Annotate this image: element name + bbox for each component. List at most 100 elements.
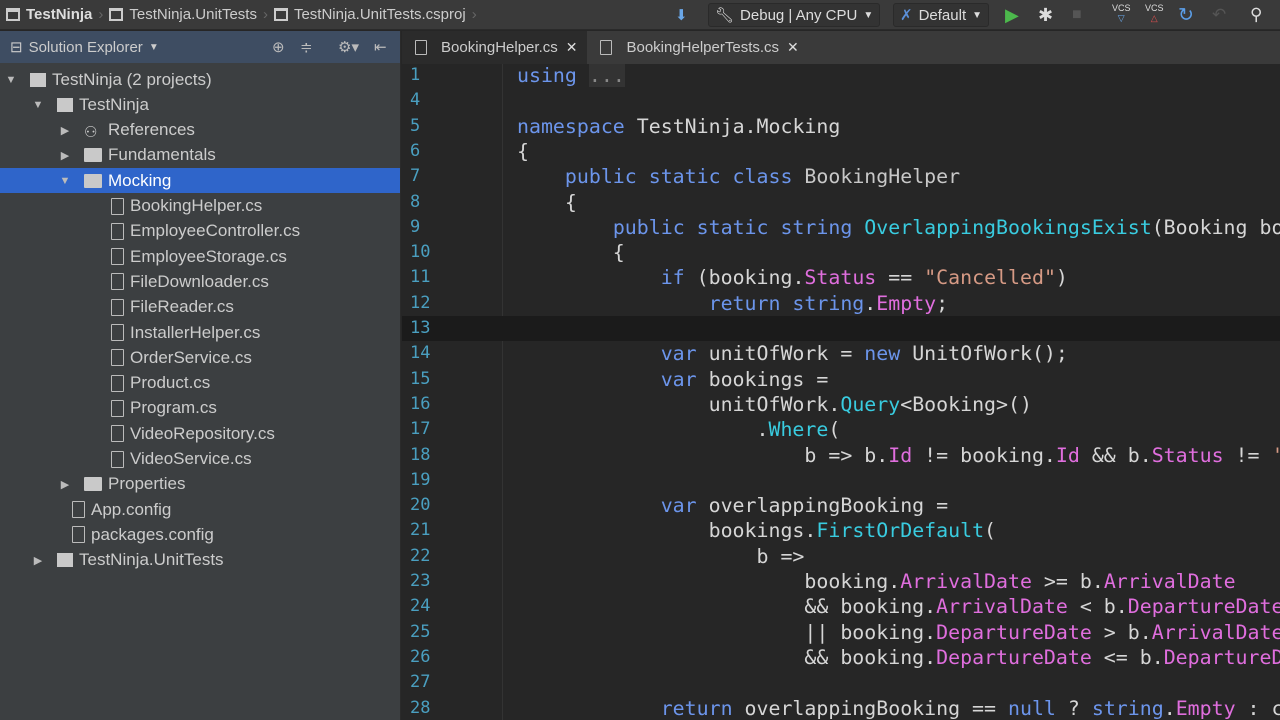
code-token: ' [1271, 444, 1280, 467]
code-line[interactable]: 6{ [402, 139, 1280, 164]
code-line[interactable]: 7 public static class BookingHelper [402, 164, 1280, 189]
tree-item[interactable]: FileDownloader.cs [0, 269, 400, 294]
code-line[interactable]: 20 var overlappingBooking = [402, 493, 1280, 518]
code-token: DepartureD [1163, 645, 1280, 669]
close-tab-icon[interactable]: ✕ [566, 39, 578, 56]
code-line[interactable]: 28 return overlappingBooking == null ? s… [402, 696, 1280, 720]
collapse-all-icon[interactable]: ≑ [300, 38, 313, 56]
tree-item[interactable]: VideoService.cs [0, 447, 400, 472]
code-line[interactable]: 9 public static string OverlappingBookin… [402, 215, 1280, 240]
hide-panel-icon[interactable]: ⇤ [374, 38, 387, 56]
file-icon [111, 450, 124, 468]
code-line[interactable]: 18 b => b.Id != booking.Id && b.Status !… [402, 443, 1280, 468]
code-line[interactable]: 22 b => [402, 544, 1280, 569]
code-line[interactable]: 10 { [402, 240, 1280, 265]
code-token: public static string [612, 215, 865, 239]
expanded-arrow-icon[interactable]: ▼ [31, 99, 45, 111]
close-tab-icon[interactable]: ✕ [787, 39, 799, 56]
history-icon[interactable]: ↻ [1178, 3, 1194, 27]
wrench-icon: 🔧︎ [715, 7, 735, 24]
collapsed-arrow-icon[interactable]: ▶ [58, 124, 72, 137]
tab-bookinghelpertests-cs[interactable]: BookingHelperTests.cs ✕ [587, 31, 808, 64]
run-icon[interactable]: ▶ [1005, 3, 1019, 27]
tree-item[interactable]: FileReader.cs [0, 295, 400, 320]
tree-item[interactable]: App.config [0, 497, 400, 522]
expanded-arrow-icon[interactable]: ▼ [58, 175, 72, 187]
code-token: var [660, 367, 709, 391]
tree-item[interactable]: EmployeeStorage.cs [0, 244, 400, 269]
code-token: Id [1055, 443, 1080, 467]
code-line[interactable]: 23 booking.ArrivalDate >= b.ArrivalDate [402, 569, 1280, 594]
code-text: var overlappingBooking = [517, 493, 948, 518]
tree-item[interactable]: ▶ Fundamentals [0, 143, 400, 168]
code-line[interactable]: 24 && booking.ArrivalDate < b.DepartureD… [402, 594, 1280, 619]
code-line[interactable]: 1 using ... [402, 64, 1280, 88]
collapsed-arrow-icon[interactable]: ▶ [58, 149, 72, 162]
collapsed-arrow-icon[interactable]: ▶ [58, 478, 72, 491]
tab-label: BookingHelper.cs [441, 39, 558, 56]
code-line[interactable]: 15 var bookings = [402, 367, 1280, 392]
code-line[interactable]: 26 && booking.DepartureDate <= b.Departu… [402, 645, 1280, 670]
code-line[interactable]: 4 [402, 88, 1280, 113]
breadcrumb-csproj[interactable]: TestNinja.UnitTests.csproj [268, 6, 472, 23]
tree-item[interactable]: ▼ Mocking [0, 168, 400, 194]
line-number: 8 [410, 191, 421, 212]
tree-item[interactable]: packages.config [0, 522, 400, 547]
code-token: != booking. [912, 443, 1056, 467]
expanded-arrow-icon[interactable]: ▼ [4, 74, 18, 86]
code-line[interactable]: 14 var unitOfWork = new UnitOfWork(); [402, 341, 1280, 366]
tree-item[interactable]: ▶ TestNinja.UnitTests [0, 548, 400, 573]
code-line[interactable]: 13 [402, 316, 1280, 341]
breadcrumb-project[interactable]: TestNinja.UnitTests [103, 6, 263, 23]
debug-bug-icon[interactable]: ✱ [1038, 3, 1053, 27]
line-number: 11 [410, 267, 431, 288]
line-number: 21 [410, 520, 431, 541]
tree-item[interactable]: VideoRepository.cs [0, 421, 400, 446]
tree-item[interactable]: InstallerHelper.cs [0, 320, 400, 345]
stop-icon[interactable]: ■ [1072, 3, 1082, 27]
code-token: && b. [1079, 443, 1152, 467]
line-number: 27 [410, 672, 431, 693]
code-line[interactable]: 11 if (booking.Status == "Cancelled") [402, 265, 1280, 290]
tree-item[interactable]: ▶ Properties [0, 472, 400, 497]
code-text: { [517, 139, 529, 164]
gear-icon[interactable]: ⚙▾ [338, 38, 359, 56]
panel-title[interactable]: Solution Explorer [29, 39, 143, 56]
code-line[interactable]: 8 { [402, 190, 1280, 215]
references-icon: ⚇ [84, 124, 98, 142]
tree-item[interactable]: Product.cs [0, 371, 400, 396]
code-token: b => b. [517, 443, 889, 467]
search-icon[interactable]: ⚲ [1250, 3, 1262, 27]
vcs-update-icon[interactable]: VCS ▽ [1112, 3, 1131, 27]
code-text: { [517, 240, 625, 265]
code-line[interactable]: 27 [402, 670, 1280, 695]
locate-icon[interactable]: ⊕ [272, 38, 285, 56]
tree-item[interactable]: ▶ ⚇ References [0, 118, 400, 143]
code-line[interactable]: 17 .Where( [402, 417, 1280, 442]
tree-item[interactable]: OrderService.cs [0, 345, 400, 370]
vcs-commit-icon[interactable]: VCS △ [1145, 3, 1164, 27]
tree-item[interactable]: BookingHelper.cs [0, 194, 400, 219]
code-editor[interactable]: 1 using ... 4 5 namespace TestNinja.Mocking 6… [402, 64, 1280, 720]
code-line[interactable]: 5 namespace TestNinja.Mocking [402, 114, 1280, 139]
code-token: != [1223, 443, 1272, 467]
code-line[interactable]: 12 return string.Empty; [402, 291, 1280, 316]
tab-bookinghelper-cs[interactable]: BookingHelper.cs ✕ [402, 31, 588, 64]
tree-item[interactable]: EmployeeController.cs [0, 219, 400, 244]
build-icon[interactable]: ⬇ [675, 3, 688, 27]
configuration-dropdown[interactable]: 🔧︎ Debug | Any CPU ▼ [708, 3, 881, 27]
tree-item[interactable]: ▼ TestNinja [0, 92, 400, 117]
code-line[interactable]: 25 || booking.DepartureDate > b.ArrivalD… [402, 620, 1280, 645]
line-number: 7 [410, 166, 421, 187]
code-line[interactable]: 19 [402, 468, 1280, 493]
tree-item[interactable]: ▼ TestNinja (2 projects) [0, 67, 400, 92]
code-line[interactable]: 21 bookings.FirstOrDefault( [402, 518, 1280, 543]
breadcrumb-solution[interactable]: TestNinja [0, 6, 98, 23]
revert-icon[interactable]: ↶ [1212, 3, 1226, 27]
code-token: { [517, 139, 529, 163]
briefcase-icon: ⊟ [10, 39, 23, 56]
run-target-dropdown[interactable]: ✗ Default ▼ [893, 3, 990, 27]
code-line[interactable]: 16 unitOfWork.Query<Booking>() [402, 392, 1280, 417]
tree-item[interactable]: Program.cs [0, 396, 400, 421]
collapsed-arrow-icon[interactable]: ▶ [31, 554, 45, 567]
